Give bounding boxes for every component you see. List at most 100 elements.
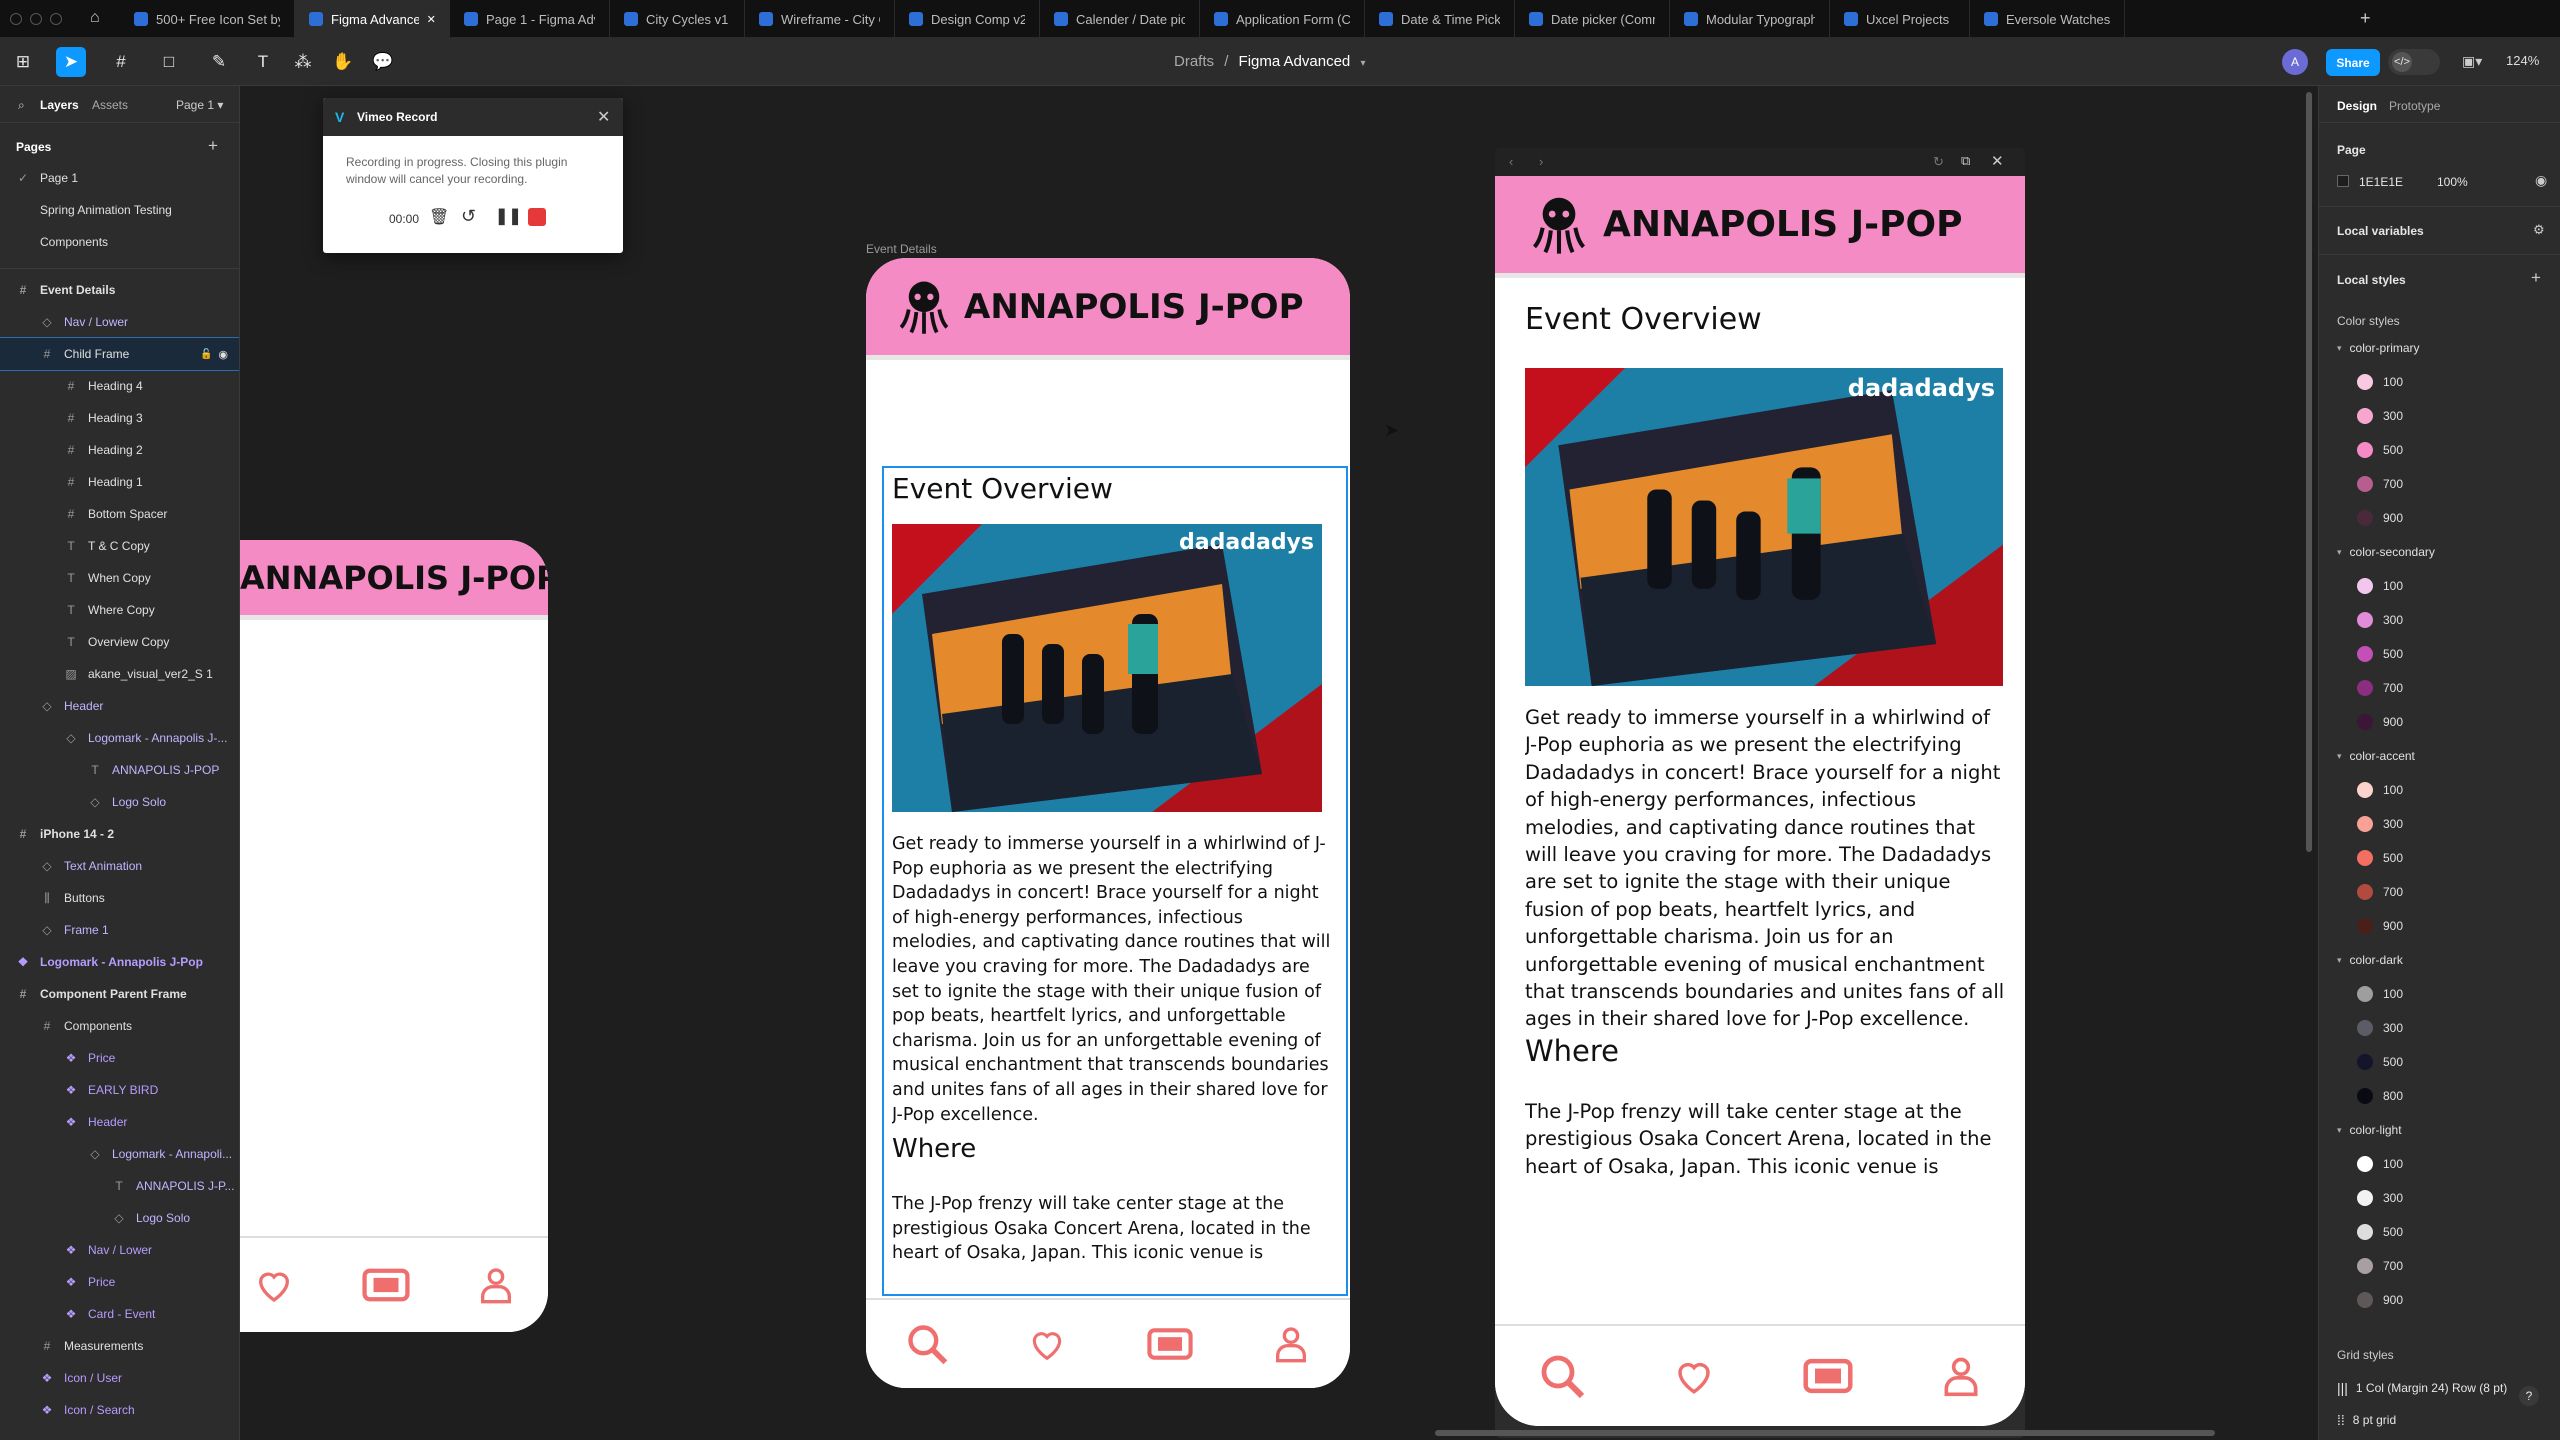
color-style-item[interactable]: 300 bbox=[2319, 1184, 2560, 1212]
color-style-item[interactable]: 500 bbox=[2319, 640, 2560, 668]
hand-tool-icon[interactable]: ✋ bbox=[328, 47, 358, 77]
color-style-item[interactable]: 100 bbox=[2319, 1150, 2560, 1178]
heart-icon[interactable] bbox=[252, 1265, 296, 1305]
frame-label[interactable]: Event Details bbox=[866, 242, 937, 256]
layer-row[interactable]: ❖ Header bbox=[0, 1106, 239, 1138]
color-style-item[interactable]: 900 bbox=[2319, 1286, 2560, 1314]
layer-row[interactable]: # Heading 2 bbox=[0, 434, 239, 466]
layer-row[interactable]: # Heading 3 bbox=[0, 402, 239, 434]
layer-row[interactable]: ◇ Logomark - Annapoli... bbox=[0, 1138, 239, 1170]
layer-row[interactable]: T Where Copy bbox=[0, 594, 239, 626]
add-style-icon[interactable]: + bbox=[2531, 268, 2541, 288]
layer-row[interactable]: # Measurements bbox=[0, 1330, 239, 1362]
file-tab[interactable]: Modular Typographic S bbox=[1670, 0, 1830, 38]
color-style-item[interactable]: 300 bbox=[2319, 810, 2560, 838]
eye-icon[interactable]: ◉ bbox=[218, 348, 228, 361]
layer-row[interactable]: T T & C Copy bbox=[0, 530, 239, 562]
preview-content[interactable]: Event Overview dadadadys Get ready to im… bbox=[1525, 278, 2005, 1318]
heart-icon[interactable] bbox=[1026, 1325, 1068, 1363]
chevron-down-icon[interactable]: ▾ bbox=[2337, 955, 2342, 966]
layer-row[interactable]: ❖ Icon / User bbox=[0, 1362, 239, 1394]
file-tab[interactable]: Date & Time Picker Kit bbox=[1365, 0, 1515, 38]
preview-phone[interactable]: ANNAPOLIS J-POP Event Overview dadadadys… bbox=[1495, 176, 2025, 1426]
file-tab[interactable]: Application Form (Com bbox=[1200, 0, 1365, 38]
file-tab[interactable]: Date picker (Communi bbox=[1515, 0, 1670, 38]
color-group-color-dark[interactable]: ▾ color-dark bbox=[2319, 946, 2560, 974]
close-icon[interactable]: ✕ bbox=[597, 107, 610, 127]
layer-row[interactable]: ▨ akane_visual_ver2_S 1 bbox=[0, 658, 239, 690]
tab-prototype[interactable]: Prototype bbox=[2389, 99, 2440, 113]
pen-tool-icon[interactable]: ✎ bbox=[204, 47, 234, 77]
page-selector[interactable]: Page 1 ▾ bbox=[176, 98, 223, 112]
layer-row[interactable]: ❖ Price bbox=[0, 1266, 239, 1298]
grid-style-item[interactable]: ⁞⁞ 8 pt grid bbox=[2337, 1412, 2396, 1428]
layer-row[interactable]: # Components bbox=[0, 1010, 239, 1042]
share-button[interactable]: Share bbox=[2326, 49, 2380, 76]
present-icon[interactable]: ▣▾ bbox=[2462, 53, 2482, 70]
search-icon[interactable]: ⌕ bbox=[18, 98, 25, 113]
color-style-item[interactable]: 900 bbox=[2319, 912, 2560, 940]
home-icon[interactable]: ⌂ bbox=[90, 9, 100, 27]
layer-row[interactable]: # Bottom Spacer bbox=[0, 498, 239, 530]
color-style-item[interactable]: 100 bbox=[2319, 776, 2560, 804]
heart-icon[interactable] bbox=[1671, 1355, 1717, 1397]
file-tab[interactable]: 500+ Free Icon Set by bbox=[120, 0, 295, 38]
page-item[interactable]: Spring Animation Testing bbox=[0, 194, 239, 226]
eye-icon[interactable]: ◉ bbox=[2535, 172, 2547, 189]
page-opacity[interactable]: 100% bbox=[2437, 175, 2468, 189]
color-style-item[interactable]: 100 bbox=[2319, 368, 2560, 396]
color-style-item[interactable]: 300 bbox=[2319, 1014, 2560, 1042]
restart-icon[interactable]: ↻ bbox=[1933, 154, 1944, 170]
layer-row[interactable]: ❖ Price bbox=[0, 1042, 239, 1074]
color-style-item[interactable]: 900 bbox=[2319, 708, 2560, 736]
page-item[interactable]: Components bbox=[0, 226, 239, 258]
local-variables[interactable]: Local variables bbox=[2337, 224, 2424, 238]
tab-design[interactable]: Design bbox=[2337, 99, 2377, 113]
ticket-icon[interactable] bbox=[1802, 1355, 1854, 1397]
color-style-item[interactable]: 100 bbox=[2319, 980, 2560, 1008]
layer-row[interactable]: ◇ Logomark - Annapolis J-... bbox=[0, 722, 239, 754]
color-style-item[interactable]: 900 bbox=[2319, 504, 2560, 532]
page-item[interactable]: ✓ Page 1 bbox=[0, 162, 239, 194]
frame-tool-icon[interactable]: # bbox=[106, 47, 136, 77]
trash-icon[interactable]: 🗑 bbox=[429, 207, 449, 227]
dev-mode-toggle[interactable]: </> bbox=[2388, 49, 2440, 75]
forward-icon[interactable]: › bbox=[1539, 154, 1543, 169]
file-tab[interactable]: Figma Advanced ✕ bbox=[295, 0, 450, 38]
chevron-down-icon[interactable]: ▾ bbox=[1360, 58, 1365, 69]
color-style-item[interactable]: 700 bbox=[2319, 1252, 2560, 1280]
file-tab[interactable]: Eversole Watches Econ bbox=[1970, 0, 2125, 38]
comment-tool-icon[interactable]: 💬 bbox=[368, 47, 398, 77]
layer-row[interactable]: # iPhone 14 - 2 bbox=[0, 818, 239, 850]
color-style-item[interactable]: 700 bbox=[2319, 674, 2560, 702]
avatar[interactable]: A bbox=[2282, 49, 2308, 75]
layer-row[interactable]: # Heading 1 bbox=[0, 466, 239, 498]
restart-icon[interactable]: ↺ bbox=[461, 206, 476, 227]
layer-row[interactable]: ◇ Logo Solo bbox=[0, 1202, 239, 1234]
color-style-item[interactable]: 300 bbox=[2319, 606, 2560, 634]
file-tab[interactable]: Page 1 - Figma Advanc bbox=[450, 0, 610, 38]
vertical-scrollbar[interactable] bbox=[2306, 92, 2312, 852]
color-style-item[interactable]: 100 bbox=[2319, 572, 2560, 600]
file-tab[interactable]: Uxcel Projects bbox=[1830, 0, 1970, 38]
window-minimize-icon[interactable] bbox=[30, 13, 42, 25]
color-group-color-secondary[interactable]: ▾ color-secondary bbox=[2319, 538, 2560, 566]
open-external-icon[interactable]: ⧉ bbox=[1961, 153, 1970, 169]
tab-layers[interactable]: Layers bbox=[40, 98, 79, 112]
layer-row[interactable]: T ANNAPOLIS J-POP bbox=[0, 754, 239, 786]
user-icon[interactable] bbox=[1939, 1352, 1983, 1400]
layer-row[interactable]: # Component Parent Frame bbox=[0, 978, 239, 1010]
chevron-down-icon[interactable]: ▾ bbox=[2337, 1125, 2342, 1136]
horizontal-scrollbar[interactable] bbox=[1435, 1430, 2215, 1436]
variables-settings-icon[interactable]: ⚙ bbox=[2533, 222, 2545, 238]
shape-tool-icon[interactable]: □ bbox=[154, 47, 184, 77]
stop-icon[interactable] bbox=[528, 208, 546, 226]
tab-assets[interactable]: Assets bbox=[92, 98, 128, 112]
color-style-item[interactable]: 700 bbox=[2319, 470, 2560, 498]
file-tab[interactable]: Design Comp v2 - City bbox=[895, 0, 1040, 38]
grid-style-item[interactable]: ||| 1 Col (Margin 24) Row (8 pt) bbox=[2337, 1380, 2507, 1396]
layer-row[interactable]: ❖ Nav / Lower bbox=[0, 1234, 239, 1266]
chevron-down-icon[interactable]: ▾ bbox=[2337, 343, 2342, 354]
layer-row[interactable]: ⫼ Buttons bbox=[0, 882, 239, 914]
design-canvas[interactable]: ANNAPOLIS J-POP Event Details ANNAPOLIS … bbox=[240, 86, 2318, 1440]
